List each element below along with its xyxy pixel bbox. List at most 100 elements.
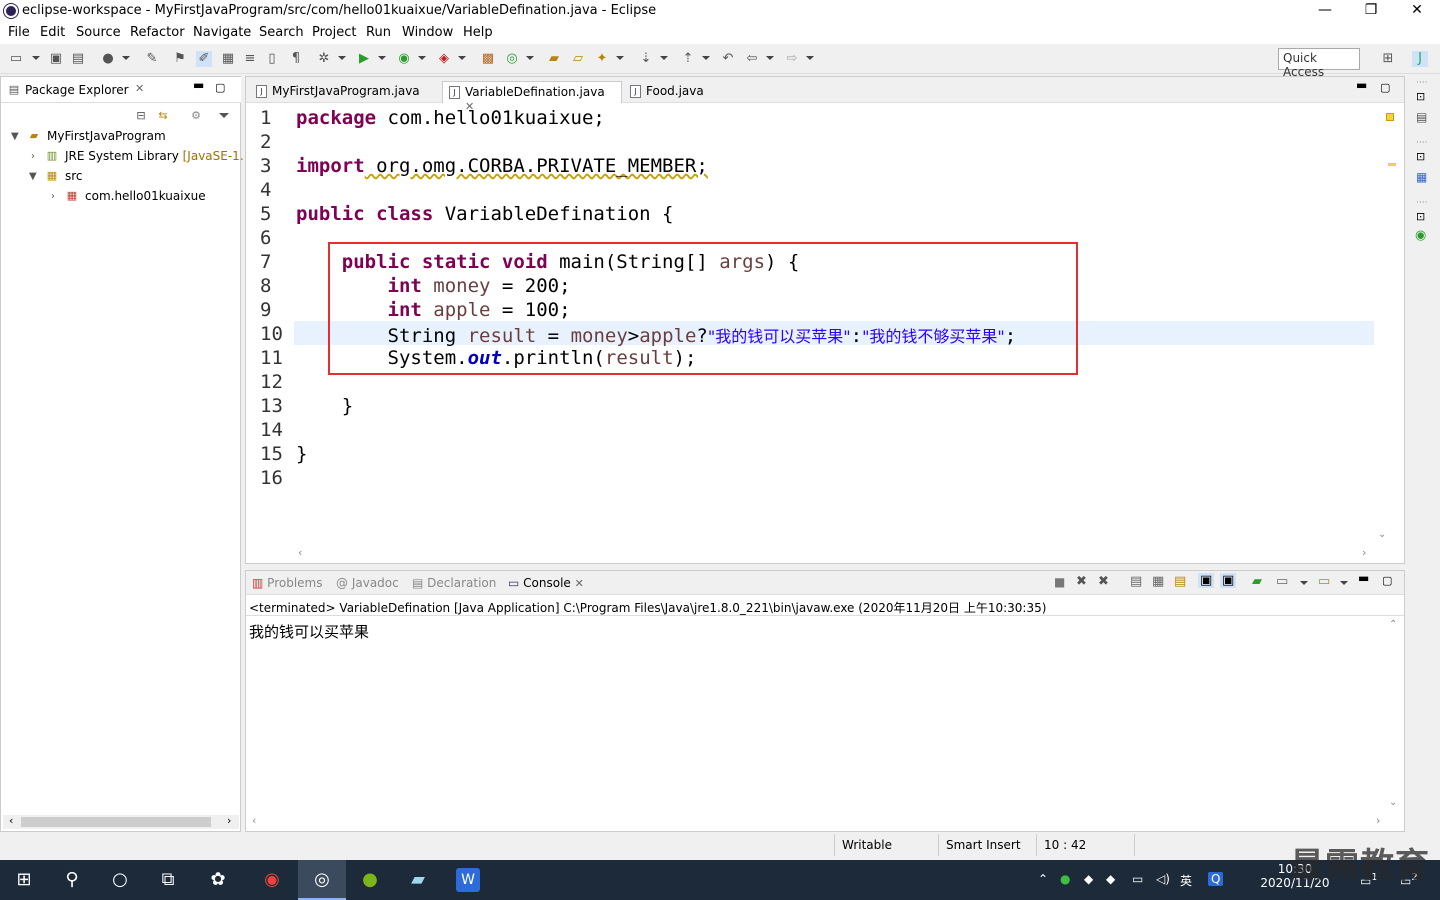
show-on-error-icon[interactable]: ▣: [1220, 573, 1237, 588]
menu-file[interactable]: File: [8, 25, 30, 40]
terminate-icon[interactable]: ■: [1054, 575, 1065, 589]
search-icon[interactable]: ✦: [594, 51, 610, 67]
scroll-right-icon[interactable]: ›: [227, 814, 231, 827]
notepad-app-icon[interactable]: ▰: [406, 868, 430, 892]
back-icon[interactable]: ⇦: [744, 51, 760, 67]
mark-occurrences-icon[interactable]: ✐: [196, 51, 212, 67]
minimize-view-icon[interactable]: ▬: [1358, 571, 1369, 585]
restore-view-icon[interactable]: ⊡: [1416, 210, 1425, 223]
maximize-view-icon[interactable]: ▢: [1382, 574, 1392, 587]
remove-all-icon[interactable]: ✖: [1098, 574, 1109, 589]
open-perspective-icon[interactable]: ⊞: [1380, 51, 1396, 67]
cortana-icon[interactable]: ○: [108, 868, 132, 892]
maximize-view-icon[interactable]: ▢: [1380, 81, 1390, 94]
view-menu-icon[interactable]: [219, 113, 229, 118]
new-java-project-icon[interactable]: ▩: [480, 51, 496, 67]
remove-launch-icon[interactable]: ✖: [1076, 574, 1087, 589]
tree-item-src[interactable]: src: [65, 169, 83, 183]
qq-icon-2[interactable]: ◆: [1106, 872, 1115, 886]
start-icon[interactable]: ⊞: [12, 868, 36, 892]
coverage-icon[interactable]: ◉: [396, 51, 412, 67]
tab-problems[interactable]: ▥ Problems: [252, 576, 322, 590]
close-button[interactable]: ✕: [1394, 0, 1440, 22]
console-output[interactable]: 我的钱可以买苹果: [249, 621, 369, 642]
qq-icon[interactable]: ◆: [1084, 872, 1093, 886]
debug-icon[interactable]: ✲: [316, 51, 332, 67]
new-class-icon[interactable]: ◎: [504, 51, 520, 67]
display-console-icon[interactable]: ▭: [1276, 574, 1288, 589]
open-console-icon[interactable]: ▭: [1318, 574, 1330, 589]
package-explorer-tab[interactable]: ▤ Package Explorer ✕ ▬ ▢: [1, 77, 241, 103]
pin-console-icon[interactable]: ▰: [1252, 574, 1262, 589]
expanded-icon[interactable]: ▼: [11, 131, 19, 142]
show-on-output-icon[interactable]: ▣: [1198, 573, 1215, 588]
scroll-right-icon[interactable]: ›: [1376, 814, 1380, 827]
word-wrap-icon[interactable]: ≡: [242, 51, 258, 67]
minimize-view-icon[interactable]: ▬: [193, 78, 204, 92]
spring-icon[interactable]: ◉: [1415, 228, 1426, 243]
restore-view-icon[interactable]: ⊡: [1416, 150, 1425, 163]
warning-overview-icon[interactable]: [1386, 113, 1394, 121]
menu-window[interactable]: Window: [402, 25, 453, 40]
tray-expand-icon[interactable]: ⌃: [1038, 872, 1048, 886]
scroll-down-icon[interactable]: ⌄: [1389, 797, 1397, 808]
chrome-icon[interactable]: ◉: [260, 868, 284, 892]
tab-javadoc[interactable]: @ Javadoc: [336, 576, 399, 590]
toggle-breakpoint-icon[interactable]: ✎: [144, 51, 160, 67]
menu-project[interactable]: Project: [312, 25, 356, 40]
save-all-icon[interactable]: ▤: [70, 51, 86, 67]
search-icon[interactable]: ⚲: [60, 868, 84, 892]
maximize-view-icon[interactable]: ▢: [215, 81, 225, 94]
new-icon[interactable]: ▭: [8, 51, 24, 67]
collapse-all-icon[interactable]: ⊟: [134, 109, 148, 123]
scroll-thumb[interactable]: [21, 817, 211, 827]
collapsed-icon[interactable]: ›: [31, 151, 35, 162]
skip-breakpoints-icon[interactable]: ●: [100, 51, 116, 67]
scroll-down-icon[interactable]: ⌄: [1378, 529, 1386, 540]
external-tools-icon[interactable]: ◈: [436, 51, 452, 67]
pinwheel-app-icon[interactable]: ✿: [206, 868, 230, 892]
menu-edit[interactable]: Edit: [40, 25, 65, 40]
menu-help[interactable]: Help: [463, 25, 493, 40]
melon-app-icon[interactable]: ●: [358, 868, 382, 892]
tree-item-project[interactable]: MyFirstJavaProgram: [47, 129, 166, 143]
scroll-left-icon[interactable]: ‹: [9, 814, 13, 827]
eclipse-taskbar-button[interactable]: ◎: [298, 860, 346, 900]
horizontal-scrollbar[interactable]: ‹ ›: [294, 546, 1374, 561]
ime-indicator[interactable]: 英: [1180, 872, 1192, 889]
restore-button[interactable]: ❐: [1348, 0, 1394, 22]
scroll-left-icon[interactable]: ‹: [252, 814, 256, 827]
open-folder-icon[interactable]: ▰: [546, 51, 562, 67]
wps-icon[interactable]: W: [456, 868, 480, 892]
prev-annotation-icon[interactable]: ⇡: [680, 51, 696, 67]
scroll-right-icon[interactable]: ›: [1362, 546, 1366, 559]
last-edit-icon[interactable]: ↶: [720, 51, 736, 67]
clear-console-icon[interactable]: ▤: [1130, 574, 1142, 589]
forward-icon[interactable]: ⇨: [784, 51, 800, 67]
menu-run[interactable]: Run: [366, 25, 391, 40]
tab-variabledefination[interactable]: J VariableDefination.java ✕: [442, 81, 622, 113]
menu-navigate[interactable]: Navigate: [193, 25, 251, 40]
tab-myfirstjavaprogram[interactable]: J MyFirstJavaProgram.java: [250, 81, 440, 103]
tab-food[interactable]: J Food.java: [624, 81, 714, 103]
wechat-icon[interactable]: ●: [1060, 872, 1070, 886]
open-task-icon[interactable]: ▱: [570, 51, 586, 67]
minimize-view-icon[interactable]: ▬: [1356, 78, 1367, 92]
tab-declaration[interactable]: ▤ Declaration: [412, 576, 496, 590]
java-perspective-icon[interactable]: J: [1412, 51, 1428, 67]
horizontal-scrollbar[interactable]: ‹ ›: [3, 814, 239, 829]
run-icon[interactable]: ▶: [356, 51, 372, 67]
overview-ruler-mark[interactable]: [1388, 163, 1396, 166]
next-annotation-icon[interactable]: ⇣: [638, 51, 654, 67]
restore-view-icon[interactable]: ⊡: [1416, 90, 1425, 103]
outline-icon[interactable]: ▦: [1416, 170, 1427, 184]
minimize-button[interactable]: —: [1302, 0, 1348, 22]
filters-icon[interactable]: ⚙: [189, 109, 203, 123]
quick-access-input[interactable]: Quick Access: [1278, 48, 1360, 79]
show-whitespace-chars-icon[interactable]: ¶: [288, 51, 304, 67]
block-selection-icon[interactable]: ▦: [220, 51, 236, 67]
tree-item-jre[interactable]: JRE System Library [JavaSE-1.: [65, 149, 244, 163]
close-icon[interactable]: ✕: [575, 577, 584, 590]
task-list-icon[interactable]: ▤: [1416, 110, 1427, 124]
task-view-icon[interactable]: ⧉: [156, 868, 180, 892]
